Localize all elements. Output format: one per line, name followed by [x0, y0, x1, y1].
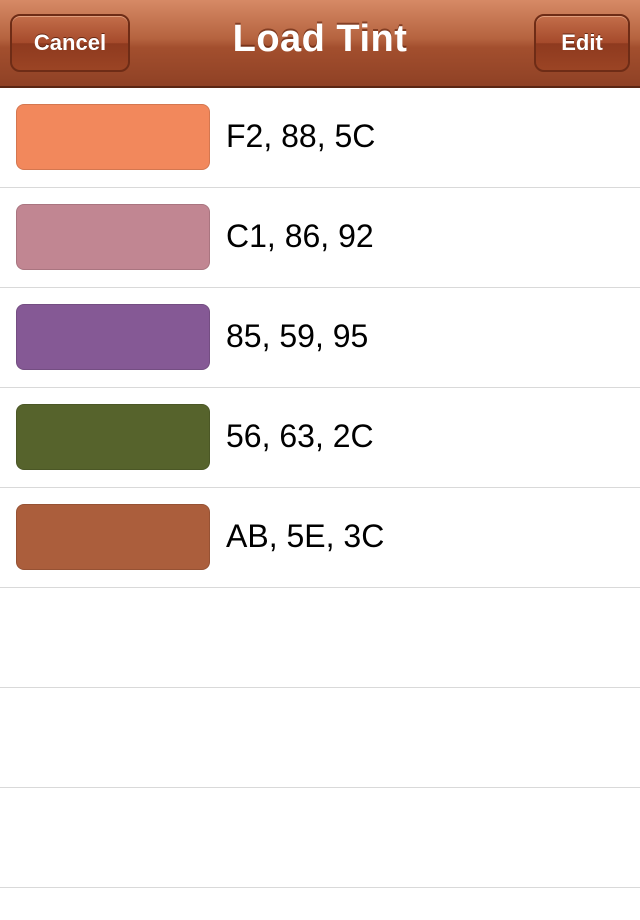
- tint-row[interactable]: 56, 63, 2C: [0, 388, 640, 488]
- tint-value-label: C1, 86, 92: [226, 218, 374, 254]
- tint-row[interactable]: 85, 59, 95: [0, 288, 640, 388]
- color-swatch: [16, 104, 210, 170]
- empty-row: [0, 588, 640, 688]
- empty-row: [0, 788, 640, 888]
- tint-row[interactable]: F2, 88, 5C: [0, 88, 640, 188]
- tint-value-label: 56, 63, 2C: [226, 418, 374, 454]
- tint-row[interactable]: AB, 5E, 3C: [0, 488, 640, 588]
- navigation-bar: Cancel Load Tint Edit: [0, 0, 640, 88]
- color-swatch: [16, 404, 210, 470]
- tint-value-label: AB, 5E, 3C: [226, 518, 385, 554]
- empty-row: [0, 688, 640, 788]
- edit-button[interactable]: Edit: [534, 14, 630, 72]
- tint-row[interactable]: C1, 86, 92: [0, 188, 640, 288]
- color-swatch: [16, 304, 210, 370]
- color-swatch: [16, 504, 210, 570]
- tint-list: F2, 88, 5C C1, 86, 92 85, 59, 95 56, 63, 2C…: [0, 88, 640, 888]
- color-swatch: [16, 204, 210, 270]
- tint-value-label: 85, 59, 95: [226, 318, 369, 354]
- tint-value-label: F2, 88, 5C: [226, 118, 376, 154]
